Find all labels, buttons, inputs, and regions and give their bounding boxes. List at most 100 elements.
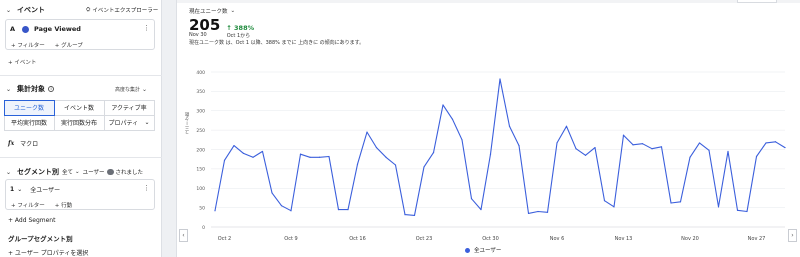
- segments-section-header[interactable]: ⌄ セグメント別: [6, 167, 59, 177]
- data-point[interactable]: [698, 142, 701, 144]
- data-point[interactable]: [784, 146, 786, 149]
- data-point[interactable]: [632, 144, 634, 146]
- data-point[interactable]: [641, 143, 644, 145]
- data-point[interactable]: [508, 125, 511, 127]
- option-unique-count[interactable]: ユニーク数: [3, 99, 55, 116]
- scroll-right-button[interactable]: ›: [788, 229, 797, 242]
- segment-all-dropdown[interactable]: 全て: [62, 168, 73, 176]
- event-explorer-link[interactable]: ⛭ イベントエクスプローラー: [86, 6, 158, 15]
- data-point[interactable]: [442, 104, 444, 106]
- data-point[interactable]: [214, 210, 216, 212]
- data-point[interactable]: [670, 202, 672, 204]
- data-point[interactable]: [375, 146, 378, 149]
- segment-info-text: ユーザー: [82, 170, 105, 176]
- data-point[interactable]: [613, 206, 615, 208]
- option-run-distribution[interactable]: 実行回数分布: [53, 114, 105, 131]
- series-line-all-users[interactable]: [214, 78, 786, 216]
- info-icon[interactable]: i: [48, 86, 55, 92]
- data-point[interactable]: [727, 150, 729, 153]
- data-point[interactable]: [755, 155, 758, 158]
- data-point[interactable]: [584, 154, 587, 156]
- data-point[interactable]: [261, 150, 264, 153]
- data-point[interactable]: [765, 142, 767, 144]
- y-tick-label: 0: [202, 225, 205, 231]
- data-point[interactable]: [708, 149, 710, 151]
- data-point[interactable]: [223, 159, 226, 161]
- x-tick-label: Nov 27: [748, 236, 766, 242]
- event-group-link[interactable]: + グループ: [55, 41, 83, 49]
- events-section-header[interactable]: ⌄ イベント: [6, 5, 45, 15]
- data-point[interactable]: [242, 152, 245, 154]
- data-point[interactable]: [423, 166, 425, 168]
- data-point[interactable]: [356, 163, 359, 165]
- data-point[interactable]: [233, 145, 235, 147]
- data-point[interactable]: [565, 125, 568, 127]
- data-point[interactable]: [480, 208, 482, 211]
- x-tick-label: Oct 9: [284, 236, 297, 242]
- data-point[interactable]: [622, 134, 625, 136]
- chevron-down-icon[interactable]: ⌄: [6, 7, 11, 14]
- chart-legend[interactable]: 全ユーザー: [465, 246, 501, 254]
- data-point[interactable]: [470, 198, 473, 200]
- data-point[interactable]: [280, 205, 283, 207]
- data-point[interactable]: [489, 153, 492, 155]
- macro-button[interactable]: fx マクロ: [8, 139, 38, 148]
- event-type-icon: [22, 25, 30, 33]
- data-point[interactable]: [413, 214, 416, 216]
- data-point[interactable]: [328, 155, 330, 158]
- chevron-down-icon[interactable]: ⌄: [6, 86, 11, 93]
- data-point[interactable]: [394, 164, 397, 166]
- data-point[interactable]: [546, 211, 549, 213]
- select-user-property-link[interactable]: + ユーザー プロパティを選択: [8, 248, 88, 257]
- more-options-icon[interactable]: ⋮: [143, 24, 150, 32]
- add-segment-link[interactable]: + Add Segment: [8, 217, 55, 224]
- data-point[interactable]: [499, 78, 501, 80]
- chevron-down-icon[interactable]: ⌄: [17, 186, 22, 193]
- segment-name[interactable]: 全ユーザー: [30, 185, 60, 194]
- data-point[interactable]: [309, 156, 311, 158]
- data-point[interactable]: [299, 153, 302, 155]
- data-point[interactable]: [774, 141, 777, 143]
- data-point[interactable]: [271, 192, 273, 194]
- data-point[interactable]: [717, 206, 720, 208]
- option-property[interactable]: プロパティ ⌄: [103, 114, 155, 131]
- data-point[interactable]: [651, 148, 653, 150]
- option-active-rate[interactable]: アクティブ率: [103, 99, 155, 116]
- data-point[interactable]: [347, 208, 349, 211]
- data-point[interactable]: [432, 152, 435, 154]
- option-average-runs[interactable]: 平均実行回数: [3, 114, 55, 131]
- add-event-link[interactable]: + イベント: [8, 58, 36, 66]
- chevron-down-icon[interactable]: ⌄: [6, 169, 11, 176]
- data-point[interactable]: [660, 146, 663, 148]
- data-point[interactable]: [366, 131, 368, 133]
- data-point[interactable]: [556, 142, 558, 144]
- data-point[interactable]: [337, 208, 340, 211]
- segment-action-link[interactable]: + 行動: [55, 201, 72, 209]
- data-point[interactable]: [603, 200, 606, 202]
- event-name[interactable]: Page Viewed: [34, 25, 81, 33]
- measure-section-header[interactable]: ⌄ 集計対象 i: [6, 84, 55, 94]
- chevron-down-icon: ⌄: [142, 86, 148, 93]
- data-point[interactable]: [689, 156, 691, 158]
- more-options-icon[interactable]: ⋮: [143, 184, 150, 192]
- event-filter-link[interactable]: + フィルター: [11, 41, 45, 49]
- data-point[interactable]: [537, 210, 539, 213]
- data-point[interactable]: [575, 148, 577, 150]
- data-point[interactable]: [451, 118, 454, 120]
- option-event-count[interactable]: イベント数: [53, 99, 105, 116]
- data-point[interactable]: [746, 210, 748, 213]
- data-point[interactable]: [385, 156, 387, 158]
- segment-filter-link[interactable]: + フィルター: [11, 201, 45, 209]
- data-point[interactable]: [461, 139, 463, 141]
- data-point[interactable]: [318, 156, 321, 158]
- data-point[interactable]: [290, 210, 292, 212]
- data-point[interactable]: [404, 214, 406, 216]
- advanced-aggregation-button[interactable]: 高度な集計 ⌄: [115, 86, 147, 93]
- data-point[interactable]: [679, 201, 682, 203]
- data-point[interactable]: [736, 209, 739, 211]
- data-point[interactable]: [252, 156, 254, 158]
- data-point[interactable]: [594, 146, 596, 149]
- scroll-left-button[interactable]: ‹: [179, 229, 188, 242]
- data-point[interactable]: [518, 145, 520, 147]
- data-point[interactable]: [527, 212, 530, 215]
